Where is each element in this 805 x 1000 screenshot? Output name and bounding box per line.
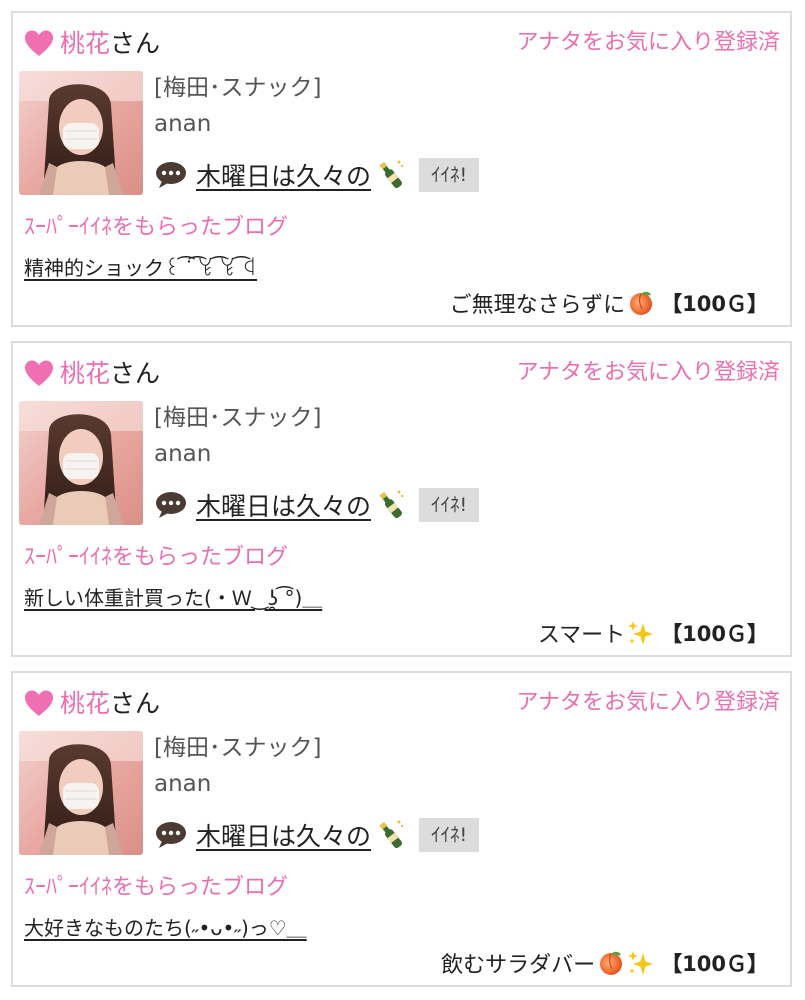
blog-title-link[interactable]: 精神的ショック꒰ ͡ᐝ ͡ꒀ ͡ꒀ ͡ꒉ — [24, 253, 257, 283]
comment-text: スマート — [537, 623, 626, 648]
section-heading: ｽｰﾊﾟｰｲｲﾈをもらったブログ — [24, 215, 289, 240]
points: 【100Ｇ】 — [661, 292, 768, 316]
heart-icon — [25, 360, 53, 386]
cast-info: [梅田･スナック] anan — [154, 71, 321, 141]
card-header: 桃花さん アナタをお気に入り登録済 — [24, 355, 780, 395]
iine-button[interactable]: ｲｲﾈ! — [419, 488, 480, 522]
sparkles-icon — [628, 621, 654, 645]
speech-bubble-icon — [156, 492, 186, 518]
avatar[interactable] — [19, 731, 143, 855]
comment-line: ご無理なさらずに 【100Ｇ】 — [450, 285, 768, 321]
location: [梅田･スナック] — [154, 75, 322, 101]
cast-name[interactable]: anan — [154, 767, 321, 801]
speech-bubble-icon — [156, 822, 186, 848]
cast-info: [梅田･スナック] anan — [154, 731, 321, 801]
favorite-status: アナタをお気に入り登録済 — [516, 360, 780, 385]
honorific: さん — [110, 359, 161, 388]
comment-text: 飲むサラダバー — [441, 953, 596, 978]
comment-line: 飲むサラダバー 【100Ｇ】 — [441, 945, 768, 981]
sender-name[interactable]: 桃花 — [60, 689, 110, 718]
champagne-bottle-icon — [379, 820, 404, 849]
latest-blog-link[interactable]: 木曜日は久々の — [196, 817, 371, 853]
honorific: さん — [110, 29, 161, 58]
blog-title-link[interactable]: 新しい体重計買った(・Ｗ‿ʖ̯ ͡°)＿ — [24, 583, 322, 613]
heart-icon — [25, 690, 53, 716]
cast-name[interactable]: anan — [154, 437, 321, 471]
latest-blog-row: 木曜日は久々の ｲｲﾈ! — [154, 155, 480, 195]
super-iine-card: 桃花さん アナタをお気に入り登録済 [梅田･スナック] anan 木曜日は久々の… — [11, 671, 792, 987]
favorite-status: アナタをお気に入り登録済 — [516, 30, 780, 55]
avatar[interactable] — [19, 401, 143, 525]
sender-name-line[interactable]: 桃花さん — [60, 27, 160, 61]
latest-blog-row: 木曜日は久々の ｲｲﾈ! — [154, 485, 480, 525]
points: 【100Ｇ】 — [661, 622, 768, 646]
latest-blog-link[interactable]: 木曜日は久々の — [196, 157, 371, 193]
peach-icon — [630, 291, 653, 315]
sender-name[interactable]: 桃花 — [60, 359, 110, 388]
champagne-bottle-icon — [379, 160, 404, 189]
avatar[interactable] — [19, 71, 143, 195]
super-iine-card: 桃花さん アナタをお気に入り登録済 [梅田･スナック] anan 木曜日は久々の… — [11, 11, 792, 327]
latest-blog-link[interactable]: 木曜日は久々の — [196, 487, 371, 523]
comment-text: ご無理なさらずに — [449, 293, 626, 318]
blog-title-link[interactable]: 大好きなものたち(˶•ᴗ•˶)っ♡＿ — [24, 913, 307, 943]
latest-blog-row: 木曜日は久々の ｲｲﾈ! — [154, 815, 480, 855]
sparkles-icon — [628, 951, 654, 975]
section-heading: ｽｰﾊﾟｰｲｲﾈをもらったブログ — [24, 875, 289, 900]
cast-info: [梅田･スナック] anan — [154, 401, 321, 471]
iine-button[interactable]: ｲｲﾈ! — [419, 158, 480, 192]
honorific: さん — [110, 689, 161, 718]
sender-name-line[interactable]: 桃花さん — [60, 357, 160, 391]
comment-line: スマート 【100Ｇ】 — [538, 615, 768, 651]
sender-name-line[interactable]: 桃花さん — [60, 687, 160, 721]
location: [梅田･スナック] — [154, 735, 322, 761]
peach-icon — [600, 951, 623, 975]
points: 【100Ｇ】 — [661, 952, 768, 976]
favorite-status: アナタをお気に入り登録済 — [516, 690, 780, 715]
champagne-bottle-icon — [379, 490, 404, 519]
cast-name[interactable]: anan — [154, 107, 321, 141]
card-header: 桃花さん アナタをお気に入り登録済 — [24, 685, 780, 725]
section-heading: ｽｰﾊﾟｰｲｲﾈをもらったブログ — [24, 545, 289, 570]
super-iine-card: 桃花さん アナタをお気に入り登録済 [梅田･スナック] anan 木曜日は久々の… — [11, 341, 792, 657]
sender-name[interactable]: 桃花 — [60, 29, 110, 58]
location: [梅田･スナック] — [154, 405, 322, 431]
card-header: 桃花さん アナタをお気に入り登録済 — [24, 25, 780, 65]
speech-bubble-icon — [156, 162, 186, 188]
iine-button[interactable]: ｲｲﾈ! — [419, 818, 480, 852]
heart-icon — [25, 30, 53, 56]
